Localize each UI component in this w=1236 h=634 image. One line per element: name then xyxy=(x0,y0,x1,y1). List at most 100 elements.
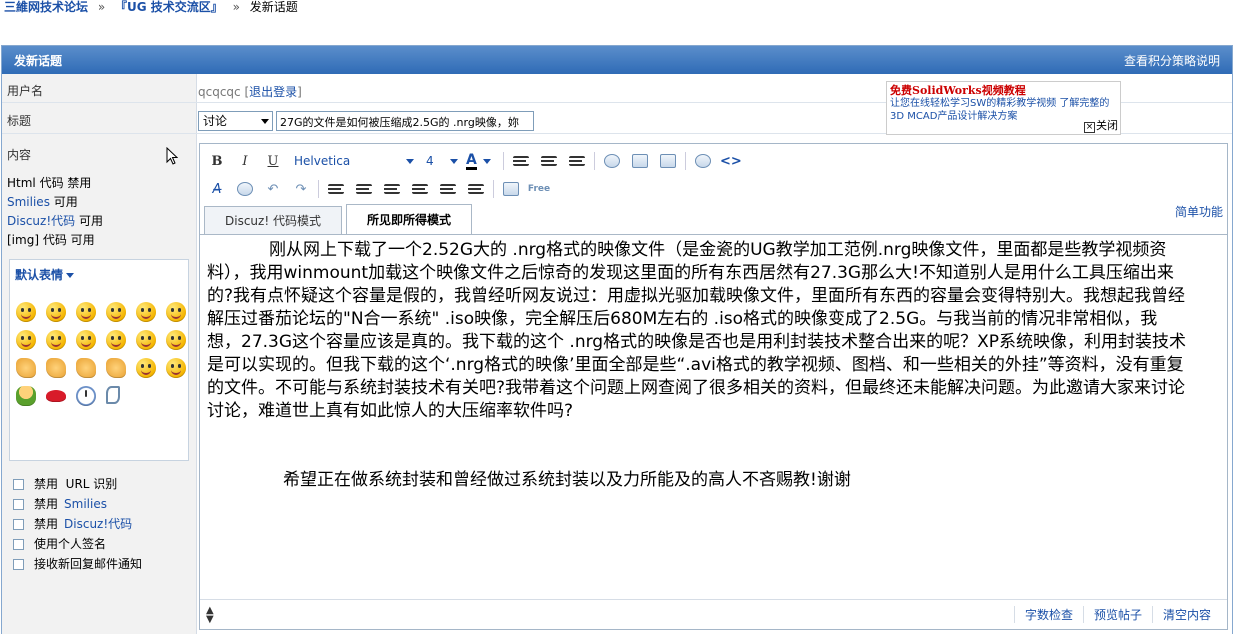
quote-icon xyxy=(694,154,711,168)
logout-link[interactable]: 退出登录 xyxy=(249,85,297,99)
smilies-group-select[interactable]: 默认表情 xyxy=(10,260,188,289)
smilies-state: 可用 xyxy=(53,195,78,209)
smirk-icon[interactable] xyxy=(16,330,36,350)
option-smilies-link[interactable]: Smilies xyxy=(64,494,107,514)
font-size-value: 4 xyxy=(426,154,434,168)
redo-button[interactable]: ↷ xyxy=(290,178,312,200)
handshake-icon[interactable] xyxy=(106,358,126,378)
toolbar-divider xyxy=(493,180,494,198)
smilies-link[interactable]: Smilies xyxy=(7,195,50,209)
clock-icon[interactable] xyxy=(76,386,96,406)
thread-type-select[interactable]: 讨论 xyxy=(198,111,273,131)
promo-title[interactable]: 免费SolidWorks视频教程 xyxy=(890,84,1117,97)
shout-icon[interactable] xyxy=(76,330,96,350)
html-code-state: 禁用 xyxy=(67,176,92,190)
free-tag-button[interactable]: Free xyxy=(528,178,550,200)
tab-wysiwyg[interactable]: 所见即所得模式 xyxy=(345,204,472,234)
breadcrumb-section-link[interactable]: 『UG 技术交流区』 xyxy=(115,0,223,14)
phone-icon[interactable] xyxy=(106,386,120,404)
insert-image-button[interactable] xyxy=(657,150,679,172)
simple-mode-link[interactable]: 简单功能 xyxy=(1175,203,1223,220)
tab-discuz-code[interactable]: Discuz! 代码模式 xyxy=(204,206,342,234)
checkbox[interactable] xyxy=(13,558,24,570)
discuz-code-link[interactable]: Discuz!代码 xyxy=(7,214,75,228)
align-center-button[interactable] xyxy=(538,150,560,172)
promo-close-label: 关闭 xyxy=(1096,119,1118,132)
float-right-button[interactable] xyxy=(465,178,487,200)
indent-icon xyxy=(412,184,428,194)
insert-code-button[interactable]: <> xyxy=(720,150,742,172)
align-right-button[interactable] xyxy=(566,150,588,172)
form-title: 发新话题 xyxy=(14,53,63,68)
breadcrumb-separator: » xyxy=(232,0,240,14)
breadcrumb-forum-link[interactable]: 三維网技术论坛 xyxy=(4,0,88,14)
chevron-down-icon xyxy=(406,158,414,164)
credit-policy-link[interactable]: 查看积分策略说明 xyxy=(1124,52,1220,69)
victory-hand-icon[interactable] xyxy=(76,358,96,378)
cry-icon[interactable] xyxy=(106,330,126,350)
subject-input[interactable]: 27G的文件是如何被压缩成2.5G的 .nrg映像，妳 xyxy=(276,111,534,131)
option-signature[interactable]: 使用个人签名 xyxy=(13,534,142,554)
checkbox[interactable] xyxy=(13,518,24,530)
laugh-icon[interactable] xyxy=(136,302,156,322)
link-icon xyxy=(603,154,620,168)
clear-content-button[interactable]: 清空内容 xyxy=(1151,606,1221,623)
outdent-button[interactable] xyxy=(381,178,403,200)
wink-icon[interactable] xyxy=(166,302,186,322)
underline-button[interactable]: U xyxy=(262,150,284,172)
thumbs-down-icon[interactable] xyxy=(16,358,36,378)
float-left-button[interactable] xyxy=(437,178,459,200)
bold-button[interactable]: B xyxy=(206,150,228,172)
remove-format-button[interactable]: A̶ xyxy=(206,178,228,200)
shy-icon[interactable] xyxy=(166,358,186,378)
username: qcqcqc xyxy=(198,85,241,99)
float-right-icon xyxy=(468,184,484,194)
option-disable-discuz[interactable]: 禁用 Discuz!代码 xyxy=(13,514,142,534)
sad-icon[interactable] xyxy=(46,302,66,322)
lips-icon[interactable] xyxy=(46,390,66,402)
option-disable-url[interactable]: 禁用 URL 识别 xyxy=(13,474,142,494)
insert-email-button[interactable] xyxy=(629,150,651,172)
resize-handle-icon[interactable]: ▲ ▼ xyxy=(206,605,214,624)
strong-man-icon[interactable] xyxy=(16,386,36,406)
happy-icon[interactable] xyxy=(106,302,126,322)
ordered-list-button[interactable] xyxy=(325,178,347,200)
confused-icon[interactable] xyxy=(136,330,156,350)
angry-icon[interactable] xyxy=(46,330,66,350)
option-discuz-link[interactable]: Discuz!代码 xyxy=(64,514,132,534)
chevron-down-icon[interactable] xyxy=(482,158,491,164)
checkbox[interactable] xyxy=(13,498,24,510)
align-left-button[interactable] xyxy=(510,150,532,172)
italic-button[interactable]: I xyxy=(234,150,256,172)
text-color-button[interactable]: A xyxy=(466,153,477,170)
indent-button[interactable] xyxy=(409,178,431,200)
table-icon xyxy=(503,182,519,196)
font-size-select[interactable]: 4 xyxy=(422,151,462,171)
message-textarea[interactable]: 刚从网上下载了一个2.52G大的 .nrg格式的映像文件（是金瓷的UG教学加工范… xyxy=(200,234,1227,592)
post-form: 发新话题 查看积分策略说明 用户名 qcqcqc [退出登录] 标题 讨论 27… xyxy=(1,45,1233,634)
love-icon[interactable] xyxy=(166,330,186,350)
option-disable-smilies[interactable]: 禁用 Smilies xyxy=(13,494,142,514)
thumbs-left-icon[interactable] xyxy=(46,358,66,378)
promo-close-button[interactable]: × 关闭 xyxy=(1084,119,1118,133)
checkbox[interactable] xyxy=(13,478,24,490)
unordered-list-button[interactable] xyxy=(353,178,375,200)
content-label: 内容 xyxy=(7,148,32,162)
option-url-label: URL 识别 xyxy=(65,477,118,491)
tongue-icon[interactable] xyxy=(76,302,96,322)
option-email-notify[interactable]: 接收新回复邮件通知 xyxy=(13,554,142,574)
smile-icon[interactable] xyxy=(16,302,36,322)
insert-quote-button[interactable] xyxy=(692,150,714,172)
insert-link-button[interactable] xyxy=(601,150,623,172)
undo-button[interactable]: ↶ xyxy=(262,178,284,200)
thread-type-value: 讨论 xyxy=(203,114,228,128)
font-family-select[interactable]: Helvetica xyxy=(290,151,418,171)
insert-table-button[interactable] xyxy=(500,178,522,200)
toolbar-row: A̶ ↶ ↷ Free xyxy=(206,176,556,202)
word-count-button[interactable]: 字数检查 xyxy=(1013,606,1083,623)
unlink-button[interactable] xyxy=(234,178,256,200)
grin-icon[interactable] xyxy=(136,358,156,378)
promo-text[interactable]: 让您在线轻松学习SW的精彩教学视频 了解完整的3D MCAD产品设计解决方案 xyxy=(890,97,1117,123)
checkbox[interactable] xyxy=(13,538,24,550)
preview-button[interactable]: 预览帖子 xyxy=(1082,606,1152,623)
